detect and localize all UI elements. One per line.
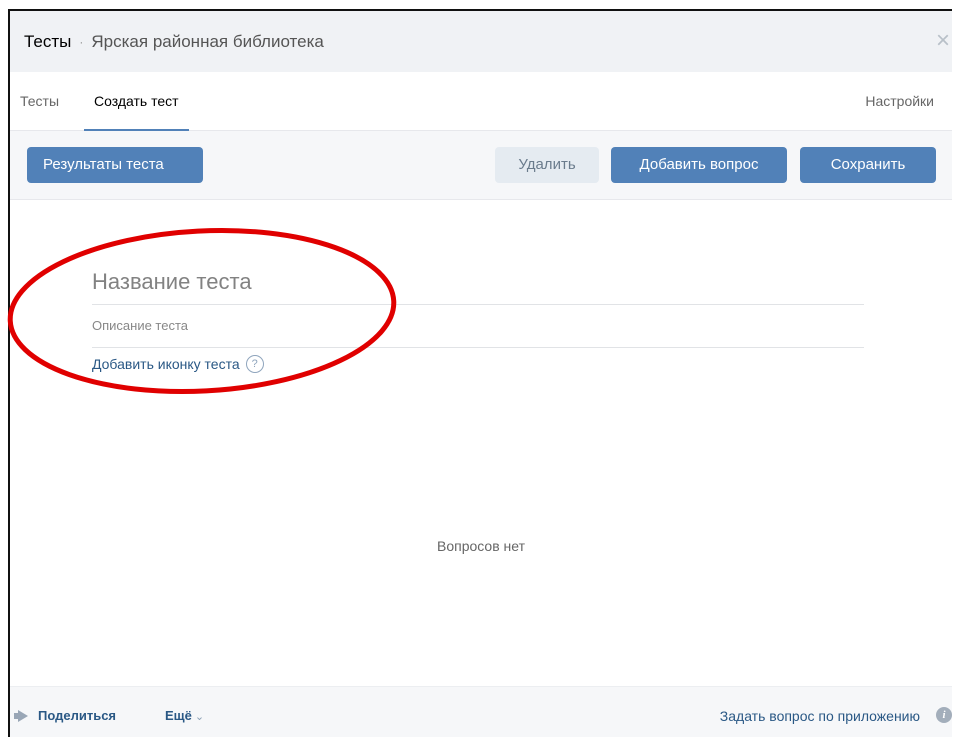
more-label: Ещё xyxy=(165,708,192,723)
info-icon[interactable]: i xyxy=(936,707,952,723)
tab-create-test[interactable]: Создать тест xyxy=(84,73,189,131)
share-link[interactable]: Поделиться xyxy=(14,708,116,723)
tab-tests[interactable]: Тесты xyxy=(20,73,59,130)
title-separator: · xyxy=(79,34,84,49)
app-window: Тесты · Ярская районная библиотека × Тес… xyxy=(8,9,952,737)
share-label: Поделиться xyxy=(38,708,117,723)
test-description-input[interactable]: Описание теста xyxy=(92,305,864,348)
empty-state-message: Вопросов нет xyxy=(436,538,525,554)
footer-bar: Поделиться Ещё ⌄ Задать вопрос по приложе… xyxy=(10,686,952,737)
megaphone-icon xyxy=(14,710,30,722)
tab-bar: Тесты Создать тест Настройки xyxy=(10,73,952,131)
chevron-down-icon: ⌄ xyxy=(194,711,205,723)
app-title: Тесты xyxy=(24,31,72,51)
delete-button[interactable]: Удалить xyxy=(495,147,599,183)
test-editor: Название теста Описание теста Добавить и… xyxy=(10,200,952,687)
test-title-input[interactable]: Название теста xyxy=(92,260,864,305)
help-icon[interactable]: ? xyxy=(245,355,264,373)
ask-question-link[interactable]: Задать вопрос по приложению xyxy=(720,708,920,724)
test-results-button[interactable]: Результаты теста xyxy=(27,147,203,183)
window-titlebar: Тесты · Ярская районная библиотека × xyxy=(10,11,952,72)
tab-settings[interactable]: Настройки xyxy=(865,73,934,130)
more-menu[interactable]: Ещё ⌄ xyxy=(165,708,204,723)
add-question-button[interactable]: Добавить вопрос xyxy=(611,147,787,183)
add-test-icon-label: Добавить иконку теста xyxy=(92,356,240,372)
add-test-icon-link[interactable]: Добавить иконку теста ? xyxy=(92,355,264,373)
toolbar: Результаты теста Удалить Добавить вопрос… xyxy=(10,131,952,200)
close-icon[interactable]: × xyxy=(936,27,950,55)
save-button[interactable]: Сохранить xyxy=(800,147,936,183)
group-name: Ярская районная библиотека xyxy=(91,31,324,51)
